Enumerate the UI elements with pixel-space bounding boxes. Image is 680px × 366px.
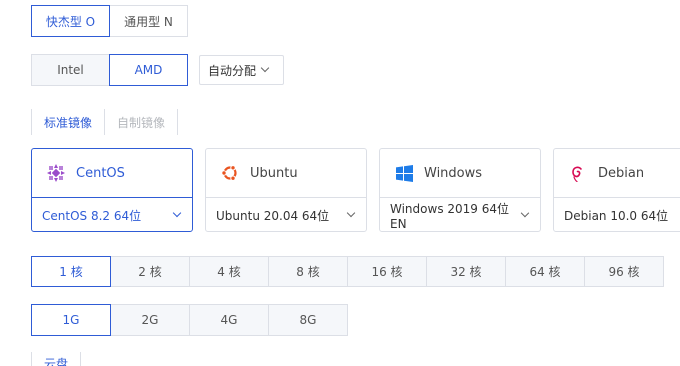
os-version-select-debian[interactable]: Debian 10.0 64位 xyxy=(554,197,680,232)
cpu-arch-selector: Intel AMD xyxy=(31,54,188,86)
os-version-select-ubuntu[interactable]: Ubuntu 20.04 64位 xyxy=(206,197,366,232)
chevron-down-icon xyxy=(346,208,356,218)
os-card-windows[interactable]: Windows Windows 2019 64位 EN xyxy=(379,148,541,232)
cores-option-4[interactable]: 4 核 xyxy=(189,256,269,287)
chevron-down-icon xyxy=(172,208,182,218)
cores-option-8[interactable]: 8 核 xyxy=(268,256,348,287)
memory-option-2g[interactable]: 2G xyxy=(110,304,190,336)
os-version-select-windows[interactable]: Windows 2019 64位 EN xyxy=(380,197,540,232)
memory-selector: 1G 2G 4G 8G xyxy=(31,304,348,336)
zone-dropdown[interactable]: 自动分配 xyxy=(199,55,284,85)
os-name-debian: Debian xyxy=(598,165,645,181)
os-version-windows: Windows 2019 64位 EN xyxy=(390,201,510,231)
os-version-centos: CentOS 8.2 64位 xyxy=(42,208,142,223)
os-version-select-centos[interactable]: CentOS 8.2 64位 xyxy=(32,197,192,232)
arch-option-intel[interactable]: Intel xyxy=(31,54,110,86)
tab-standard-image[interactable]: 标准镜像 xyxy=(32,109,106,135)
os-name-ubuntu: Ubuntu xyxy=(250,165,298,181)
debian-icon xyxy=(568,163,588,183)
image-type-tabs: 标准镜像 自制镜像 xyxy=(31,109,179,135)
os-version-ubuntu: Ubuntu 20.04 64位 xyxy=(216,208,330,223)
cpu-family-selector: 快杰型 O 通用型 N xyxy=(31,5,188,37)
cpu-cores-selector: 1 核 2 核 4 核 8 核 16 核 32 核 64 核 96 核 xyxy=(31,256,664,287)
windows-icon xyxy=(394,163,414,183)
zone-dropdown-label: 自动分配 xyxy=(208,63,257,78)
memory-option-4g[interactable]: 4G xyxy=(189,304,269,336)
tab-custom-image[interactable]: 自制镜像 xyxy=(105,109,179,135)
os-card-ubuntu[interactable]: Ubuntu Ubuntu 20.04 64位 xyxy=(205,148,367,232)
cores-option-96[interactable]: 96 核 xyxy=(584,256,664,287)
centos-icon xyxy=(46,163,66,183)
cores-option-1[interactable]: 1 核 xyxy=(31,256,111,287)
cores-option-32[interactable]: 32 核 xyxy=(426,256,506,287)
os-card-debian[interactable]: Debian Debian 10.0 64位 xyxy=(553,148,680,232)
arch-option-amd[interactable]: AMD xyxy=(109,54,188,86)
os-version-debian: Debian 10.0 64位 xyxy=(564,208,669,223)
cores-option-64[interactable]: 64 核 xyxy=(505,256,585,287)
os-card-centos[interactable]: CentOS CentOS 8.2 64位 xyxy=(31,148,193,232)
ubuntu-icon xyxy=(220,163,240,183)
os-name-centos: CentOS xyxy=(76,165,125,181)
os-name-windows: Windows xyxy=(424,165,483,181)
chevron-down-icon xyxy=(260,63,270,73)
cores-option-16[interactable]: 16 核 xyxy=(347,256,427,287)
tab-cloud-disk[interactable]: 云盘 xyxy=(31,352,82,366)
family-option-o[interactable]: 快杰型 O xyxy=(31,5,110,37)
memory-option-1g[interactable]: 1G xyxy=(31,304,111,336)
family-option-n[interactable]: 通用型 N xyxy=(109,5,188,37)
memory-option-8g[interactable]: 8G xyxy=(268,304,348,336)
cores-option-2[interactable]: 2 核 xyxy=(110,256,190,287)
